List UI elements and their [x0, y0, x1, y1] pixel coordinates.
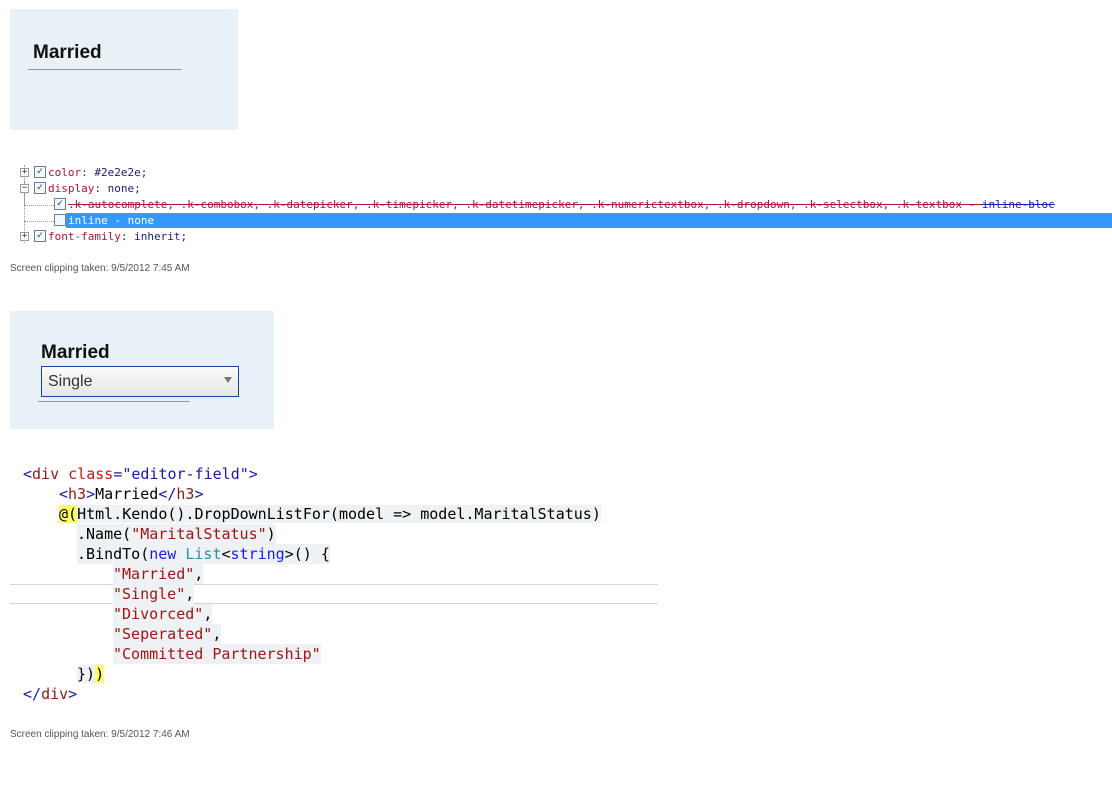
- code-line: "Single",: [113, 584, 195, 604]
- checkbox-icon[interactable]: ✓: [34, 166, 46, 178]
- field-heading: Married: [41, 342, 110, 363]
- code-line: "Divorced",: [113, 604, 213, 624]
- marital-status-dropdown[interactable]: Single: [41, 366, 239, 397]
- checkbox-icon[interactable]: ✓: [54, 214, 66, 226]
- screen-clip-1: Married: [10, 9, 238, 130]
- code-line: "Married",: [113, 564, 204, 584]
- code-line: })): [77, 665, 105, 683]
- code-line: <h3>Married</h3>: [59, 485, 204, 503]
- field-heading: Married: [33, 42, 102, 63]
- dropdown-value: Single: [48, 373, 93, 390]
- code-line: .Name("MaritalStatus"): [77, 524, 276, 544]
- field-underline: [28, 69, 182, 70]
- expand-icon[interactable]: +: [20, 168, 29, 177]
- checkbox-icon[interactable]: ✓: [34, 182, 46, 194]
- css-style-inspector: + ✓ color: #2e2e2e; − ✓ display: none; ✓…: [10, 165, 1112, 243]
- code-line: "Committed Partnership": [113, 644, 321, 664]
- code-line: </div>: [23, 685, 78, 703]
- checkbox-icon[interactable]: ✓: [34, 230, 46, 242]
- chevron-down-icon[interactable]: [224, 377, 232, 383]
- code-line: @(Html.Kendo().DropDownListFor(model => …: [59, 505, 601, 523]
- expand-icon[interactable]: +: [20, 232, 29, 241]
- field-underline: [38, 401, 190, 402]
- checkbox-icon[interactable]: ✓: [54, 198, 66, 210]
- code-line: <div class="editor-field">: [23, 465, 258, 483]
- clipping-caption-1: Screen clipping taken: 9/5/2012 7:45 AM: [10, 263, 190, 274]
- code-line: .BindTo(new List<string>() {: [77, 544, 330, 564]
- screen-clip-2: Married Single: [10, 311, 274, 429]
- code-line: "Seperated",: [113, 624, 222, 644]
- code-snippet: <div class="editor-field"> <h3>Married</…: [10, 463, 660, 708]
- collapse-icon[interactable]: −: [20, 184, 29, 193]
- clipping-caption-2: Screen clipping taken: 9/5/2012 7:46 AM: [10, 729, 190, 740]
- css-row-selected[interactable]: ✓ inline - none: [54, 213, 1112, 228]
